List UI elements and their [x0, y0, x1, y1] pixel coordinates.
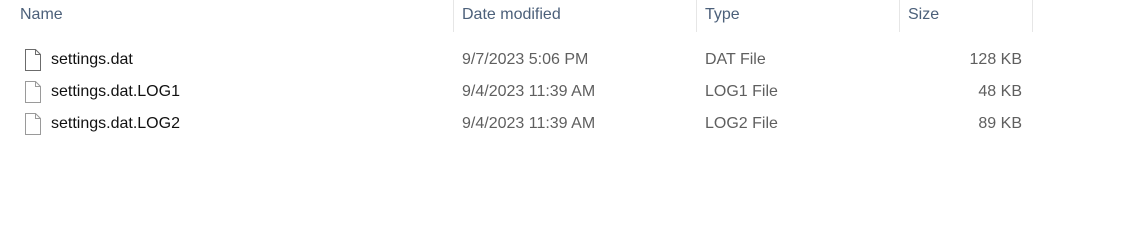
file-type: DAT File	[705, 51, 766, 68]
file-row[interactable]: settings.dat.LOG1 9/4/2023 11:39 AM LOG1…	[0, 76, 1126, 108]
file-type: LOG2 File	[705, 115, 778, 132]
file-date-modified: 9/7/2023 5:06 PM	[462, 51, 589, 68]
file-date-modified: 9/4/2023 11:39 AM	[462, 115, 596, 132]
column-header-name[interactable]: Name	[12, 0, 452, 32]
file-name: settings.dat	[51, 51, 133, 68]
file-icon	[24, 44, 42, 76]
column-header-size[interactable]: Size	[899, 0, 1033, 32]
file-row[interactable]: settings.dat 9/7/2023 5:06 PM DAT File 1…	[0, 44, 1126, 76]
file-name: settings.dat.LOG2	[51, 115, 180, 132]
file-size: 89 KB	[978, 115, 1022, 132]
file-type: LOG1 File	[705, 83, 778, 100]
file-date-modified: 9/4/2023 11:39 AM	[462, 83, 596, 100]
column-header-bar: Name Date modified Type Size	[0, 0, 1126, 36]
file-list-view: Name Date modified Type Size settings.da…	[0, 0, 1126, 231]
file-icon	[24, 108, 42, 140]
file-size: 128 KB	[969, 51, 1022, 68]
file-name: settings.dat.LOG1	[51, 83, 180, 100]
column-header-date-modified[interactable]: Date modified	[453, 0, 695, 32]
file-rows: settings.dat 9/7/2023 5:06 PM DAT File 1…	[0, 44, 1126, 140]
column-header-type[interactable]: Type	[696, 0, 898, 32]
file-icon	[24, 76, 42, 108]
file-row[interactable]: settings.dat.LOG2 9/4/2023 11:39 AM LOG2…	[0, 108, 1126, 140]
file-size: 48 KB	[978, 83, 1022, 100]
